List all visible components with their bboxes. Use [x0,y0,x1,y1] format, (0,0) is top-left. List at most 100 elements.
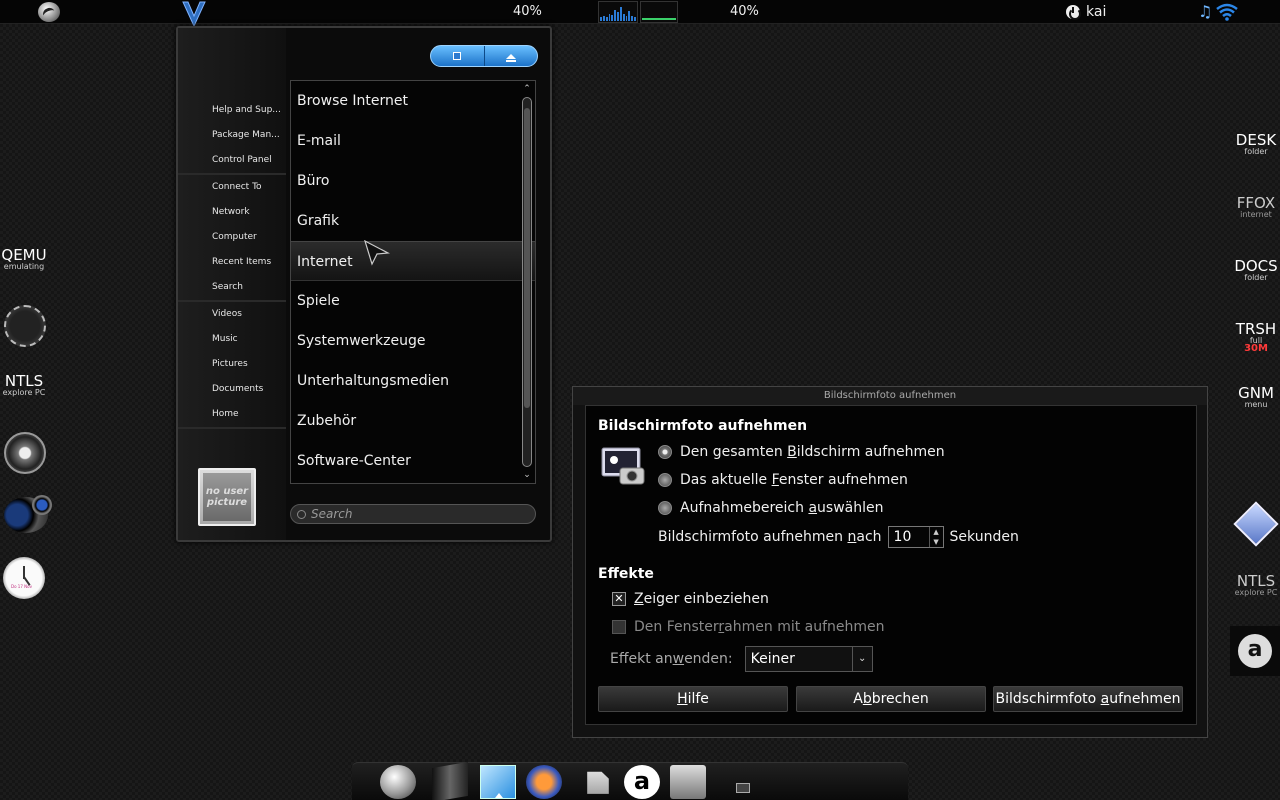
radio-current-window[interactable] [658,473,672,487]
cpu-graph[interactable] [598,1,638,23]
start-menu: Help and Sup... Package Man... Control P… [176,26,552,542]
take-screenshot-button[interactable]: Bildschirmfoto aufnehmen [993,686,1183,712]
include-pointer-label: Zeiger einbeziehen [634,591,769,607]
avatar-text: no user picture [203,473,251,521]
amazon-shortcut-icon[interactable]: a [1230,626,1280,676]
ntls-desktop-icon[interactable]: NTLS explore PC [0,372,48,397]
app-list-scrollbar[interactable]: ⌃ ⌄ [521,83,533,481]
spin-down-icon[interactable]: ▼ [930,537,943,547]
app-systemwerkzeuge[interactable]: Systemwerkzeuge [291,321,535,361]
places-list: Help and Sup... Package Man... Control P… [178,98,286,429]
ntls-sublabel: explore PC [2,388,46,397]
include-border-row[interactable]: Den Fensterrahmen mit aufnehmen [612,619,885,635]
chevron-down-icon[interactable]: ⌄ [851,647,872,671]
terminal-dock-icon[interactable] [432,761,468,800]
clock-date: Do 17 Nov [11,584,32,589]
cpu-graph-bar [622,13,625,21]
place-pictures[interactable]: Pictures [178,352,286,377]
diamond-gadget-icon[interactable] [1233,501,1279,547]
app-grafik[interactable]: Grafik [291,201,535,241]
scroll-up-icon[interactable]: ⌃ [521,83,533,95]
cpu-percent: 40% [513,4,542,19]
cpu-graph-bar [617,12,619,21]
place-computer[interactable]: Computer [178,225,286,250]
screenshot-dock-icon[interactable] [670,765,706,799]
place-search[interactable]: Search [178,275,286,300]
app-browse-internet[interactable]: Browse Internet [291,81,535,121]
cpu-graph-bar [608,13,611,21]
firefox-dock-icon[interactable] [526,765,562,799]
eject-button[interactable] [483,46,538,66]
ubuntu-dock-icon[interactable] [380,765,416,799]
app-software-center[interactable]: Software-Center [291,441,535,481]
desk-folder-icon[interactable]: DESK folder [1228,131,1280,156]
place-music[interactable]: Music [178,327,286,352]
delay-label: Bildschirmfoto aufnehmen nach [658,529,882,545]
user-menu[interactable]: kai [1066,2,1106,22]
disk-gadget-icon[interactable] [4,432,46,474]
help-button[interactable]: Hilfe [598,686,788,712]
place-control-panel[interactable]: Control Panel [178,148,286,173]
ubuntu-logo-icon[interactable] [38,2,60,22]
scroll-thumb[interactable] [524,108,530,408]
effect-select[interactable]: Keiner ⌄ [744,646,873,672]
app-spiele[interactable]: Spiele [291,281,535,321]
scroll-down-icon[interactable]: ⌄ [521,469,533,481]
media-gadget-icon[interactable] [4,495,52,533]
place-help[interactable]: Help and Sup... [178,98,286,123]
qemu-sublabel: emulating [3,262,45,271]
search-icon [297,509,306,519]
wifi-icon[interactable] [1216,3,1239,21]
option-select-area[interactable]: Aufnahmebereich auswählen [658,498,883,518]
document-dock-icon[interactable] [587,771,609,794]
app-internet[interactable]: Internet [291,241,535,281]
include-pointer-checkbox[interactable]: ✕ [612,592,626,606]
firefox-shortcut-icon[interactable]: FFOX internet [1228,194,1280,219]
clock-gadget[interactable]: Do 17 Nov [3,557,45,599]
lock-button[interactable] [431,46,484,66]
user-name: kai [1086,4,1107,20]
place-network[interactable]: Network [178,200,286,225]
radio-full-screen[interactable] [658,445,672,459]
place-connect-to[interactable]: Connect To [178,175,286,200]
place-videos[interactable]: Videos [178,302,286,327]
option-current-window[interactable]: Das aktuelle Fenster aufnehmen [658,470,908,490]
music-icon[interactable]: ♫ [1198,3,1212,21]
dialog-title[interactable]: Bildschirmfoto aufnehmen [573,387,1207,405]
session-buttons [430,45,538,67]
include-pointer-row[interactable]: ✕ Zeiger einbeziehen [612,591,769,607]
spin-up-icon[interactable]: ▲ [930,527,943,537]
menu-search-input[interactable] [311,507,511,521]
place-recent-items[interactable]: Recent Items [178,250,286,275]
app-zubehoer[interactable]: Zubehör [291,401,535,441]
place-package-manager[interactable]: Package Man... [178,123,286,148]
place-documents[interactable]: Documents [178,377,286,402]
app-unterhaltungsmedien[interactable]: Unterhaltungsmedien [291,361,535,401]
cancel-button[interactable]: Abbrechen [796,686,986,712]
speedometer-gadget-icon[interactable] [4,305,46,347]
screenshot-dialog: Bildschirmfoto aufnehmen Bildschirmfoto … [572,386,1208,738]
running-indicator-icon [495,793,503,798]
ntls-right-icon[interactable]: NTLS explore PC [1228,572,1280,597]
power-icon[interactable] [1066,5,1081,20]
qemu-desktop-icon[interactable]: QEMU emulating [0,246,48,271]
trash-icon[interactable]: TRSH full 30M [1228,320,1280,354]
option-full-screen[interactable]: Den gesamten Bildschirm aufnehmen [658,442,945,462]
include-border-checkbox[interactable] [612,620,626,634]
place-home[interactable]: Home [178,402,286,427]
dialog-heading: Bildschirmfoto aufnehmen [598,418,808,434]
minimized-window-icon[interactable] [736,783,750,793]
amazon-dock-icon[interactable]: a [624,765,660,799]
app-buero[interactable]: Büro [291,161,535,201]
camera-icon [601,447,645,485]
radio-select-area[interactable] [658,501,672,515]
docs-folder-icon[interactable]: DOCS folder [1228,257,1280,282]
system-tray: ♫ [1198,3,1239,21]
memory-graph[interactable] [640,1,678,23]
delay-value[interactable]: 10 [889,529,912,545]
dock: a [352,761,908,800]
avatar[interactable]: no user picture [198,468,256,526]
gnome-menu-icon[interactable]: GNM menu [1228,384,1280,409]
app-email[interactable]: E-mail [291,121,535,161]
delay-spinner[interactable]: 10 ▲ ▼ [887,526,944,548]
